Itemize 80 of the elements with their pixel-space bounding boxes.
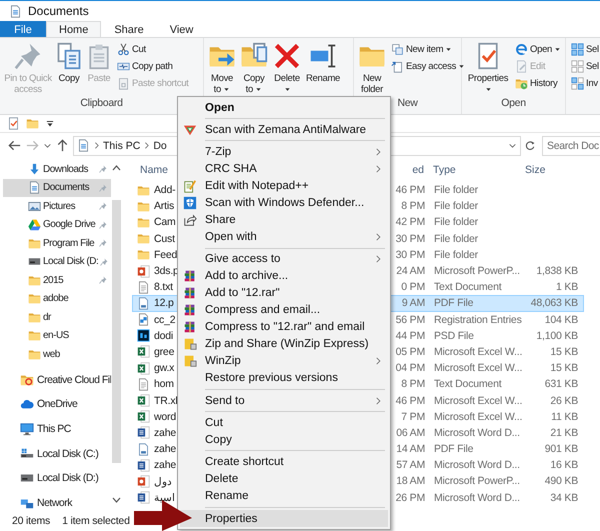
file-type: Microsoft Word D... xyxy=(433,492,521,504)
item-count: 20 items xyxy=(12,514,50,526)
file-type: Microsoft PowerP... xyxy=(433,265,521,278)
file-type: Text Document xyxy=(433,378,503,390)
file-size: 631 KB xyxy=(544,378,578,390)
file-name: word xyxy=(153,410,177,423)
file-name: Feed xyxy=(153,248,178,261)
modified-time: 46 PM xyxy=(394,394,425,407)
group-label: Open xyxy=(500,96,527,111)
modified-time: 14 AM xyxy=(395,443,425,456)
file-type: Microsoft Word D... xyxy=(433,459,521,472)
file-name: اسية xyxy=(153,491,176,504)
file-size: 15 KB xyxy=(549,346,578,358)
file-type: Registration Entries xyxy=(433,314,523,326)
modified-time: 0 PM xyxy=(400,281,425,294)
modified-time: 8 PM xyxy=(400,200,425,212)
file-type: Microsoft Excel W... xyxy=(433,394,524,407)
file-name: gw.x xyxy=(153,362,176,374)
modified-time: 9 AM xyxy=(400,297,425,310)
file-type: File folder xyxy=(433,232,479,245)
file-size: 15 KB xyxy=(549,362,578,374)
modified-time: 06 AM xyxy=(395,426,425,439)
file-type: PDF File xyxy=(433,297,474,310)
modified-time: 18 AM xyxy=(395,475,425,488)
file-name: hom xyxy=(153,378,175,390)
file-name: Cust xyxy=(153,232,176,245)
file-type: PSD File xyxy=(433,330,475,342)
file-size: 21 KB xyxy=(549,426,578,439)
file-type: Microsoft Excel W... xyxy=(433,346,524,358)
file-size: 1 KB xyxy=(555,281,578,294)
file-size: 26 KB xyxy=(549,394,578,407)
file-type: File folder xyxy=(433,216,479,228)
file-size: 901 KB xyxy=(544,443,578,456)
file-name: zahe xyxy=(153,459,177,472)
modified-time: 42 PM xyxy=(394,216,425,228)
selection-count: 1 item selected xyxy=(62,514,130,526)
modified-time: 8 PM xyxy=(400,378,425,390)
file-size: 48,063 KB xyxy=(530,297,578,310)
file-name: 8.txt xyxy=(153,281,174,294)
modified-time: 26 PM xyxy=(394,492,425,504)
file-size: 490 KB xyxy=(544,475,578,488)
file-size: 16 KB xyxy=(549,459,578,472)
file-name: دول xyxy=(153,474,173,488)
file-type: Text Document xyxy=(433,281,503,294)
modified-time: 56 PM xyxy=(394,314,425,326)
modified-time: 46 PM xyxy=(394,184,425,196)
modified-time: 57 AM xyxy=(395,459,425,472)
file-name: dodi xyxy=(153,330,174,342)
group-label: New xyxy=(396,96,419,111)
modified-time: 7 PM xyxy=(400,410,425,423)
file-name: Add- xyxy=(153,184,176,196)
file-type: Microsoft PowerP... xyxy=(433,475,521,488)
modified-time: 05 PM xyxy=(394,346,425,358)
modified-time: 04 PM xyxy=(394,362,425,374)
file-type: File folder xyxy=(433,248,479,261)
file-name: cc_2 xyxy=(153,314,176,326)
modified-time: 44 PM xyxy=(394,330,425,342)
window-title: Documents xyxy=(28,4,89,18)
modified-time: 24 AM xyxy=(395,265,425,278)
file-name: TR.xl xyxy=(153,394,178,407)
file-name: zahe xyxy=(153,443,177,456)
file-name: zahe xyxy=(153,426,177,439)
modified-time: 30 PM xyxy=(394,248,425,261)
file-type: File folder xyxy=(433,200,479,212)
file-type: Microsoft Word D... xyxy=(433,426,521,439)
file-size: 104 KB xyxy=(544,314,578,326)
file-name: 12.p xyxy=(153,297,175,310)
file-name: Artis xyxy=(153,200,176,212)
file-size: 1,838 KB xyxy=(535,265,578,278)
file-type: Microsoft Excel W... xyxy=(433,362,524,374)
file-type: Microsoft Excel W... xyxy=(433,410,524,423)
file-name: Cam xyxy=(153,216,177,228)
file-size: 34 KB xyxy=(549,492,578,504)
group-label: Clipboard xyxy=(79,96,124,111)
file-type: File folder xyxy=(433,184,479,196)
file-name: gree xyxy=(153,346,176,358)
file-type: PDF File xyxy=(433,443,474,456)
file-size: 11 KB xyxy=(550,410,578,423)
file-size: 1,100 KB xyxy=(535,330,578,342)
modified-time: 30 PM xyxy=(394,232,425,245)
